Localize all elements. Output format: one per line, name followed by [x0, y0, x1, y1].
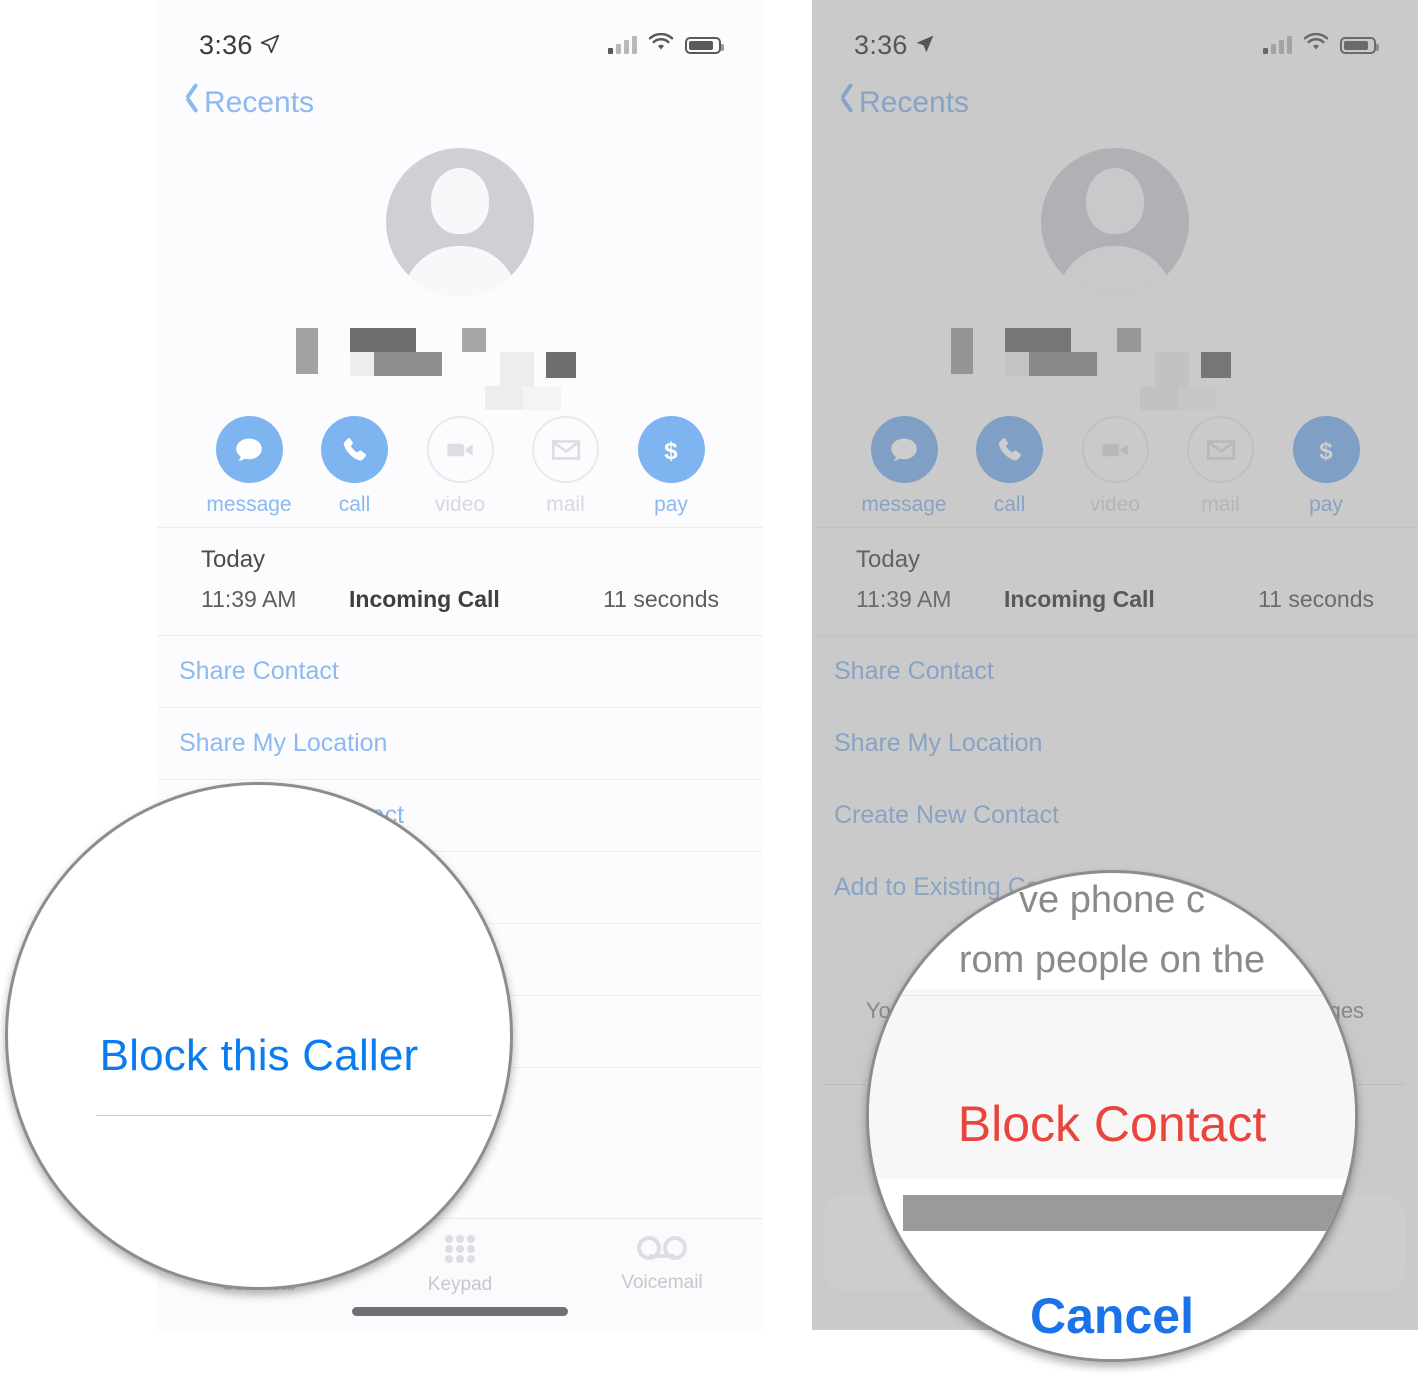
wifi-icon [1303, 32, 1329, 57]
chevron-left-icon [838, 90, 853, 116]
action-video: video [412, 416, 508, 517]
call-log-section-right: Today 11:39 AM Incoming Call 11 seconds [812, 527, 1418, 635]
action-pay-label: pay [654, 493, 688, 516]
status-time: 3:36 [199, 29, 253, 60]
envelope-icon [1187, 416, 1254, 483]
call-log-duration: 11 seconds [603, 586, 719, 612]
chevron-left-icon [183, 90, 198, 116]
message-bubble-icon [870, 416, 938, 483]
call-log-kind-right: Incoming Call [1004, 586, 1155, 612]
action-video-right: video [1067, 416, 1163, 517]
video-camera-icon [426, 416, 494, 483]
action-mail-right: mail [1173, 416, 1269, 517]
status-clock-right: 3:36 [854, 30, 935, 61]
wifi-icon [648, 32, 674, 57]
dollar-sign-icon: $ [637, 416, 705, 483]
action-message-right: message [856, 416, 952, 517]
contact-header-right [812, 138, 1418, 410]
status-indicators [608, 32, 724, 57]
call-log-day: Today [201, 546, 266, 573]
magnified-sheet-message-line2: rom people on the [958, 939, 1266, 981]
action-call-label: call [338, 493, 371, 516]
call-log-kind: Incoming Call [349, 586, 500, 612]
list-item-create-new-contact-right: Create New Contact [812, 780, 1418, 852]
call-log-time-right: 11:39 AM [856, 586, 952, 612]
action-call-label-right: call [993, 493, 1026, 516]
magnified-block-contact-label[interactable]: Block Contact [958, 1095, 1266, 1153]
action-mail-label-right: mail [1201, 493, 1240, 516]
default-person-avatar-icon [386, 148, 534, 296]
screenshot-stage: 3:36 Recents message call video mail $ p… [0, 0, 1426, 1384]
envelope-icon [532, 416, 599, 483]
redacted-contact-name-right [812, 318, 1418, 410]
contact-header [157, 138, 763, 410]
tab-voicemail-label: Voicemail [621, 1272, 703, 1293]
back-button-label: Recents [204, 86, 315, 119]
home-indicator[interactable] [352, 1307, 568, 1316]
magnifier-block-this-caller: Block this Caller [5, 782, 513, 1290]
call-log-section: Today 11:39 AM Incoming Call 11 seconds [157, 527, 763, 635]
action-message[interactable]: message [201, 416, 297, 517]
contact-action-buttons: message call video mail $ pay [157, 398, 763, 527]
list-item-share-contact-right: Share Contact [812, 636, 1418, 708]
battery-icon [1340, 36, 1379, 54]
action-mail: mail [518, 416, 614, 517]
cellular-signal-icon [1263, 36, 1292, 54]
status-indicators-right [1263, 32, 1379, 57]
cellular-signal-icon [608, 36, 637, 54]
dollar-sign-icon: $ [1292, 416, 1360, 483]
call-log-time: 11:39 AM [201, 586, 297, 612]
voicemail-icon [637, 1236, 687, 1260]
status-time-right: 3:36 [854, 29, 908, 60]
list-item-share-my-location-right: Share My Location [812, 708, 1418, 780]
magnified-sheet-divider [897, 995, 1355, 996]
call-log-duration-right: 11 seconds [1258, 586, 1374, 612]
list-item-share-contact[interactable]: Share Contact [157, 636, 763, 708]
status-bar: 3:36 [157, 0, 763, 74]
action-call-right: call [962, 416, 1058, 517]
location-arrow-icon [915, 30, 935, 61]
action-pay[interactable]: $ pay [623, 416, 719, 517]
default-person-avatar-icon [1041, 148, 1189, 296]
magnifier-left-content: Block this Caller [8, 785, 510, 1287]
phone-handset-icon [321, 416, 388, 483]
message-bubble-icon [215, 416, 283, 483]
call-log-day-right: Today [856, 546, 921, 573]
magnified-sheet-message-line1: ve phone c [1019, 879, 1205, 921]
action-call[interactable]: call [307, 416, 403, 517]
action-message-label-right: message [861, 493, 947, 516]
svg-text:$: $ [1319, 438, 1333, 465]
list-item-share-my-location[interactable]: Share My Location [157, 708, 763, 780]
call-log-row-right: 11:39 AM Incoming Call 11 seconds [856, 586, 1374, 613]
phone-handset-icon [976, 416, 1043, 483]
magnifier-block-contact: ve phone c rom people on the Block Conta… [866, 870, 1358, 1362]
action-video-label: video [434, 493, 486, 516]
nav-bar-right: Recents [812, 74, 1418, 138]
magnified-cancel-label[interactable]: Cancel [1030, 1287, 1194, 1345]
video-camera-icon [1081, 416, 1149, 483]
action-pay-right: $ pay [1278, 416, 1374, 517]
tab-voicemail[interactable]: Voicemail [561, 1233, 763, 1294]
status-bar-right: 3:36 [812, 0, 1418, 74]
magnified-block-this-caller-label[interactable]: Block this Caller [100, 1031, 419, 1081]
svg-text:$: $ [664, 438, 678, 465]
action-pay-label-right: pay [1309, 493, 1343, 516]
action-mail-label: mail [546, 493, 585, 516]
back-button-label-right: Recents [859, 86, 970, 119]
call-log-row: 11:39 AM Incoming Call 11 seconds [201, 586, 719, 613]
nav-bar: Recents [157, 74, 763, 138]
action-message-label: message [206, 493, 292, 516]
action-video-label-right: video [1089, 493, 1141, 516]
battery-icon [685, 36, 724, 54]
contact-action-buttons-right: message call video mail $ pay [812, 398, 1418, 527]
redacted-contact-name [157, 318, 763, 410]
magnified-sheet-gap [903, 1195, 1355, 1231]
back-button-recents[interactable]: Recents [183, 86, 314, 120]
back-button-recents-right[interactable]: Recents [838, 86, 969, 120]
magnified-row-divider [96, 1115, 492, 1116]
status-clock: 3:36 [199, 30, 280, 61]
magnifier-right-content: ve phone c rom people on the Block Conta… [869, 873, 1355, 1359]
location-arrow-icon [260, 30, 280, 61]
